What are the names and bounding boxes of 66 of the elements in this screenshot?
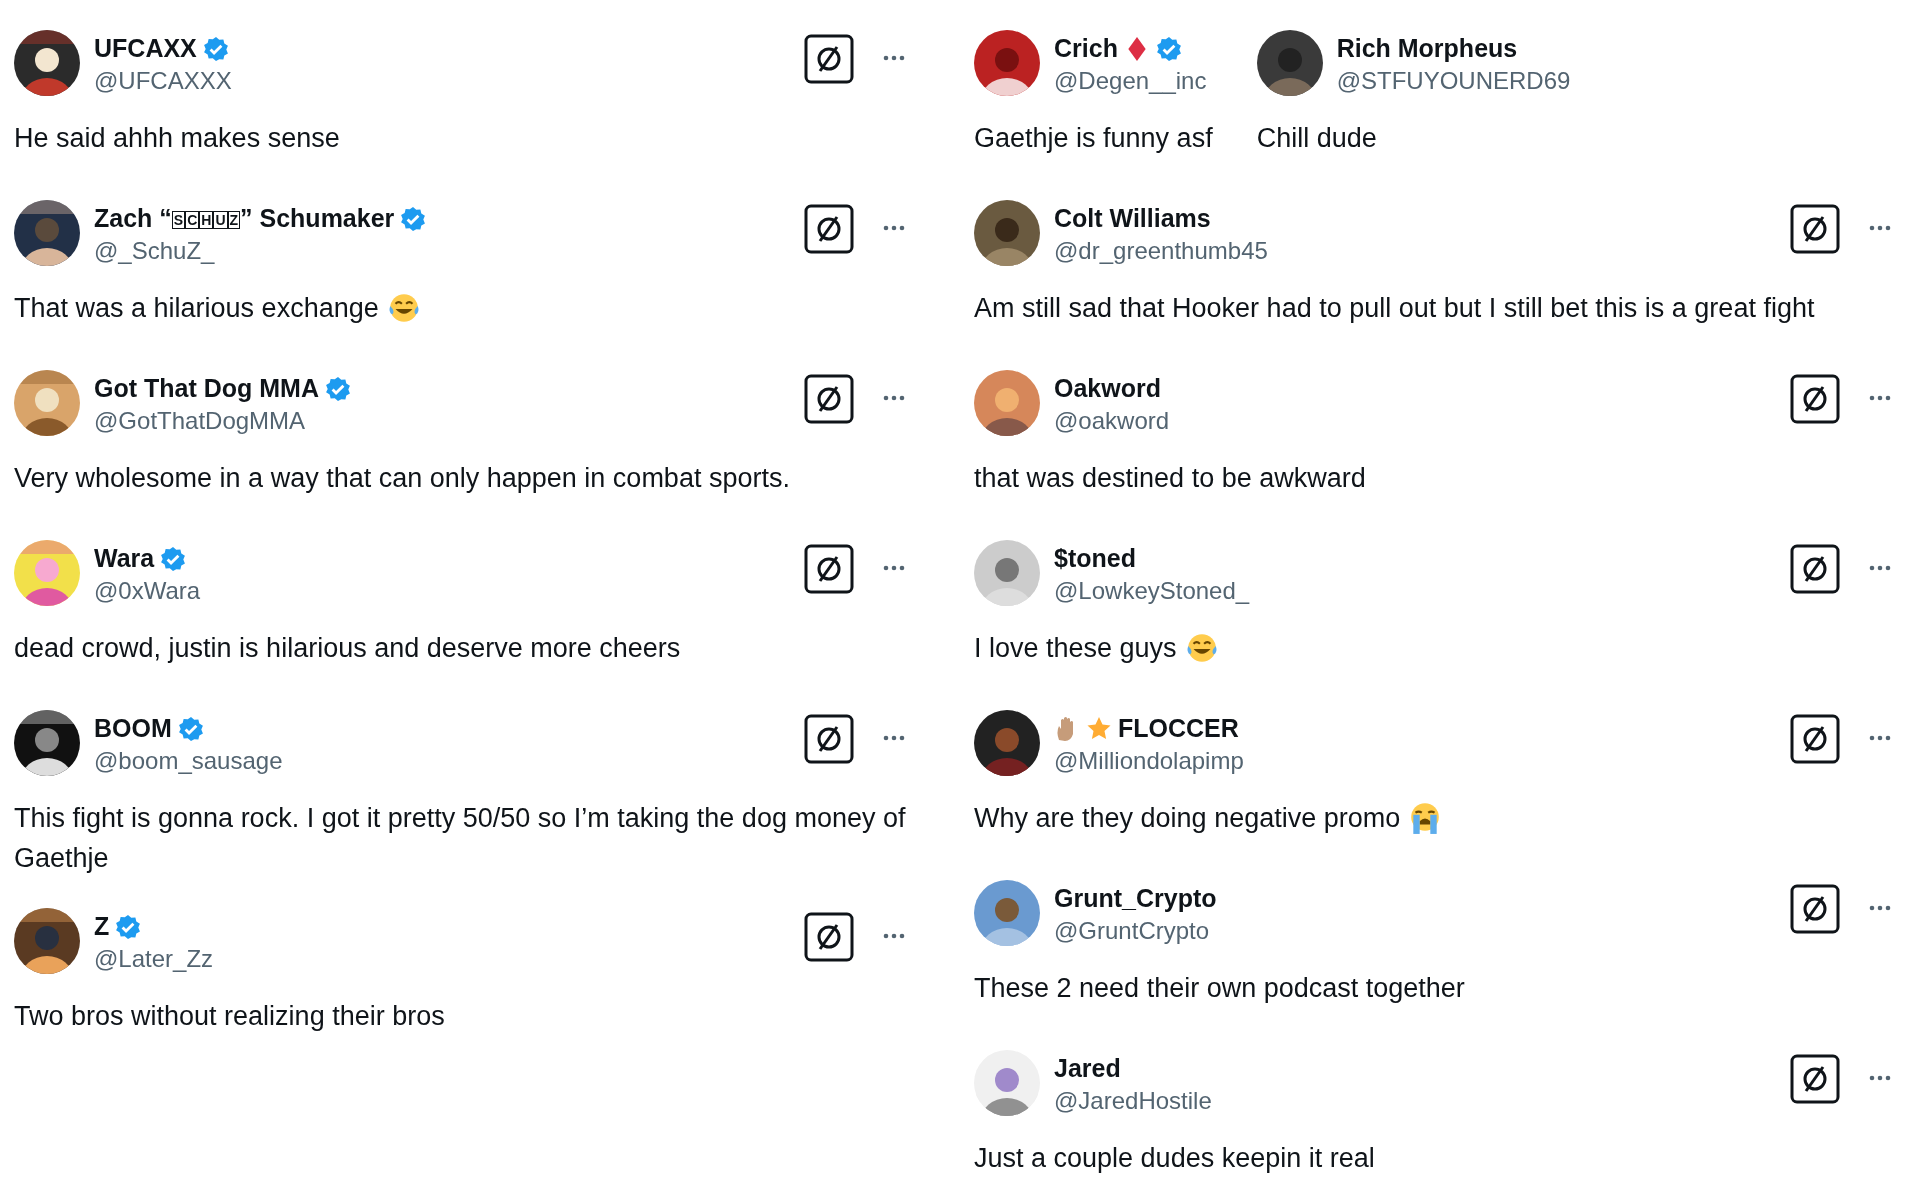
user-name[interactable]: BOOM	[94, 714, 172, 743]
reply-text: Just a couple dudes keepin it real	[974, 1142, 1375, 1175]
user-name[interactable]: Colt Williams	[1054, 204, 1211, 233]
grok-icon[interactable]	[804, 912, 854, 962]
grok-icon[interactable]	[804, 204, 854, 254]
reply-text: He said ahhh makes sense	[14, 122, 340, 155]
user-name[interactable]: Oakword	[1054, 374, 1161, 403]
user-handle[interactable]: @GotThatDogMMA	[94, 407, 790, 435]
user-handle[interactable]: @Later_Zz	[94, 945, 790, 973]
user-handle[interactable]: @Milliondolapimp	[1054, 747, 1776, 775]
user-handle[interactable]: @0xWara	[94, 577, 790, 605]
grok-icon[interactable]	[1790, 204, 1840, 254]
more-icon[interactable]	[882, 564, 906, 572]
user-name[interactable]: Grunt_Crypto	[1054, 884, 1217, 913]
user-handle[interactable]: @JaredHostile	[1054, 1087, 1776, 1115]
reply-text: dead crowd, justin is hilarious and deserve more cheers	[14, 632, 681, 665]
more-icon[interactable]	[882, 734, 906, 742]
user-name[interactable]: Jared	[1054, 1054, 1121, 1083]
user-handle[interactable]: @STFUYOUNERD69	[1336, 67, 1571, 95]
more-icon[interactable]	[882, 394, 906, 402]
more-icon[interactable]	[1868, 224, 1892, 232]
more-icon[interactable]	[1868, 564, 1892, 572]
user-name[interactable]: Wara	[94, 544, 155, 573]
user-handle[interactable]: @oakword	[1054, 407, 1776, 435]
reply-text: Am still sad that Hooker had to pull out but I still bet this is a great fight	[974, 292, 1815, 325]
grok-icon[interactable]	[804, 544, 854, 594]
user-name[interactable]: FLOCCER	[1118, 714, 1239, 743]
reply-text: That was a hilarious exchange	[14, 292, 379, 325]
user-handle[interactable]: @boom_sausage	[94, 747, 790, 775]
reply-text: These 2 need their own podcast together	[974, 972, 1465, 1005]
grok-icon[interactable]	[804, 374, 854, 424]
user-handle[interactable]: @_SchuZ_	[94, 237, 790, 265]
more-icon[interactable]	[1868, 734, 1892, 742]
user-handle[interactable]: @GruntCrypto	[1054, 917, 1776, 945]
reply-text: I love these guys	[974, 632, 1177, 665]
grok-icon[interactable]	[1790, 884, 1840, 934]
more-icon[interactable]	[1868, 1074, 1892, 1082]
user-name[interactable]: Got That Dog MMA	[94, 374, 319, 403]
reply-text: Why are they doing negative promo	[974, 802, 1401, 835]
reply-text: that was destined to be awkward	[974, 462, 1366, 495]
user-name[interactable]: Z	[94, 912, 110, 941]
user-name[interactable]: Crich	[1054, 34, 1118, 63]
user-name[interactable]: Rich Morpheus	[1336, 34, 1518, 63]
reply-text: Chill dude	[1256, 122, 1377, 155]
more-icon[interactable]	[882, 54, 906, 62]
user-handle[interactable]: @Degen__inc	[1054, 67, 1213, 95]
more-icon[interactable]	[882, 932, 906, 940]
more-icon[interactable]	[882, 224, 906, 232]
grok-icon[interactable]	[1790, 1054, 1840, 1104]
user-handle[interactable]: @dr_greenthumb45	[1054, 237, 1776, 265]
reply-text: Gaethje is funny asf	[974, 122, 1213, 155]
more-icon[interactable]	[1868, 904, 1892, 912]
grok-icon[interactable]	[1790, 544, 1840, 594]
user-handle[interactable]: @UFCAXXX	[94, 67, 790, 95]
star-icon	[1086, 715, 1112, 742]
grok-icon[interactable]	[1790, 374, 1840, 424]
grok-icon[interactable]	[804, 714, 854, 764]
reply-text: Two bros without realizing their bros	[14, 1000, 445, 1033]
user-name[interactable]: UFCAXX	[94, 34, 197, 63]
reply-text: This fight is gonna rock. I got it pretty 50/50 so I’m taking the dog money of Gaethje	[14, 802, 906, 875]
user-handle[interactable]: @LowkeyStoned_	[1054, 577, 1776, 605]
reply-text: Very wholesome in a way that can only happen in combat sports.	[14, 462, 790, 495]
user-name[interactable]: $toned	[1054, 544, 1136, 573]
more-icon[interactable]	[1868, 394, 1892, 402]
grok-icon[interactable]	[804, 34, 854, 84]
grok-icon[interactable]	[1790, 714, 1840, 764]
